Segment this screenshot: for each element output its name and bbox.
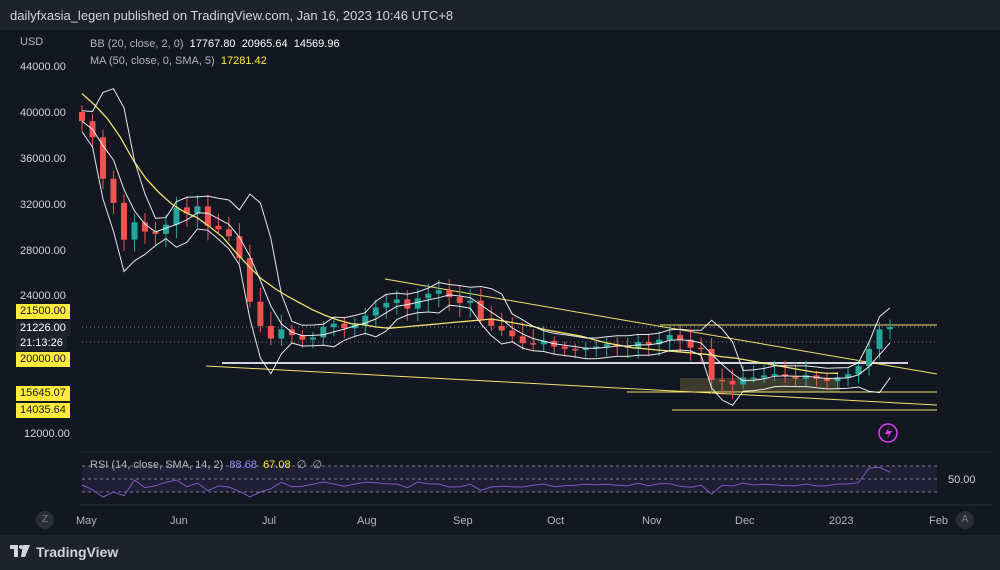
- bar-countdown-tag: 21:13:26: [16, 336, 67, 351]
- candle-body: [372, 307, 379, 316]
- candle-body: [519, 336, 526, 344]
- y-tick-label: 12000.00: [24, 428, 70, 440]
- brand-name: TradingView: [36, 544, 119, 560]
- x-tick-label: Feb: [929, 515, 948, 527]
- level-tag-20000: 20000.00: [16, 352, 70, 367]
- rsi-ma-value: 67.08: [263, 459, 291, 471]
- bb-legend-name: BB (20, close, 2, 0): [90, 38, 184, 50]
- candle-body: [456, 297, 463, 303]
- bb-upper-value: 20965.64: [241, 38, 288, 50]
- y-tick-label: 24000.00: [20, 290, 66, 302]
- x-tick-label: Aug: [357, 515, 377, 527]
- candle-body: [792, 376, 799, 379]
- level-tag-14035: 14035.64: [16, 403, 70, 418]
- x-tick-label: Jul: [262, 515, 277, 527]
- candle-body: [79, 112, 85, 122]
- candle-body: [530, 343, 537, 345]
- candle-body: [750, 377, 757, 380]
- candle-body: [887, 327, 893, 330]
- candle-body: [467, 300, 474, 303]
- candle-body: [204, 206, 211, 226]
- y-tick-label: 32000.00: [20, 199, 66, 211]
- candle-body: [729, 381, 736, 385]
- rsi-na-1: ∅: [296, 459, 307, 471]
- candle-body: [488, 319, 495, 326]
- flash-bolt-icon: [885, 427, 892, 439]
- candle-body: [509, 330, 516, 337]
- x-tick-label: Dec: [735, 515, 755, 527]
- candle-body: [131, 222, 138, 240]
- candle-body: [425, 293, 432, 299]
- candle-body: [824, 378, 831, 382]
- currency-label: USD: [20, 36, 44, 48]
- candle-body: [341, 323, 348, 329]
- candle-body: [194, 206, 201, 214]
- candle-body: [173, 207, 180, 225]
- candle-body: [698, 347, 705, 350]
- candle-body: [99, 137, 106, 179]
- candle-body: [393, 299, 400, 303]
- ma-value: 17281.42: [220, 55, 267, 67]
- candle-body: [572, 348, 579, 351]
- y-tick-label: 28000.00: [20, 245, 66, 257]
- rsi-legend[interactable]: RSI (14, close, SMA, 14, 2) 88.68 67.08 …: [90, 458, 322, 471]
- x-tick-label: Oct: [547, 515, 565, 527]
- auto-scale-button[interactable]: A: [956, 511, 974, 529]
- candle-body: [257, 301, 264, 326]
- candle-body: [446, 290, 453, 298]
- price-chart[interactable]: [0, 0, 1000, 535]
- candle-body: [414, 298, 421, 309]
- candle-body: [771, 374, 778, 376]
- x-tick-label: Nov: [642, 515, 662, 527]
- last-price-tag: 21226.00: [16, 321, 70, 336]
- rsi-na-2: ∅: [312, 459, 323, 471]
- candle-body: [320, 327, 327, 338]
- ma-legend[interactable]: MA (50, close, 0, SMA, 5) 17281.42: [90, 55, 267, 67]
- candle-body: [666, 335, 673, 340]
- level-tag-21500: 21500.00: [16, 304, 70, 319]
- rsi-level-label: 50.00: [948, 474, 976, 486]
- candle-body: [645, 342, 652, 345]
- candle-body: [435, 290, 442, 294]
- candle-body: [761, 375, 768, 378]
- y-tick-label: 36000.00: [20, 153, 66, 165]
- x-tick-label: May: [76, 515, 97, 527]
- tradingview-brand[interactable]: TradingView: [10, 544, 118, 560]
- bb-lower-value: 14569.96: [293, 38, 340, 50]
- x-tick-label: Sep: [453, 515, 473, 527]
- level-tag-15645: 15645.07: [16, 386, 70, 401]
- candle-body: [603, 344, 610, 347]
- bb-legend[interactable]: BB (20, close, 2, 0) 17767.80 20965.64 1…: [90, 38, 340, 50]
- ma-legend-name: MA (50, close, 0, SMA, 5): [90, 55, 215, 67]
- candle-body: [719, 379, 726, 382]
- x-tick-label: Jun: [170, 515, 188, 527]
- candle-body: [215, 225, 222, 230]
- candle-body: [267, 325, 274, 339]
- zoom-z-button[interactable]: Z: [36, 511, 54, 529]
- rsi-legend-name: RSI (14, close, SMA, 14, 2): [90, 459, 224, 471]
- y-tick-label: 40000.00: [20, 107, 66, 119]
- candle-body: [225, 229, 232, 237]
- footer-bar: TradingView: [0, 535, 1000, 570]
- x-tick-label: 2023: [829, 515, 854, 527]
- candle-body: [498, 325, 505, 331]
- candle-body: [876, 329, 883, 349]
- candle-body: [383, 302, 390, 308]
- tradingview-logo-icon: [10, 545, 30, 557]
- candle-body: [110, 178, 117, 203]
- rsi-value: 88.68: [229, 459, 257, 471]
- y-tick-label: 44000.00: [20, 61, 66, 73]
- candle-body: [309, 337, 316, 340]
- candle-body: [278, 329, 285, 339]
- candle-body: [561, 346, 568, 349]
- candle-body: [330, 323, 337, 328]
- candle-body: [120, 202, 127, 240]
- bb-basis-value: 17767.80: [189, 38, 236, 50]
- candle-body: [677, 335, 684, 340]
